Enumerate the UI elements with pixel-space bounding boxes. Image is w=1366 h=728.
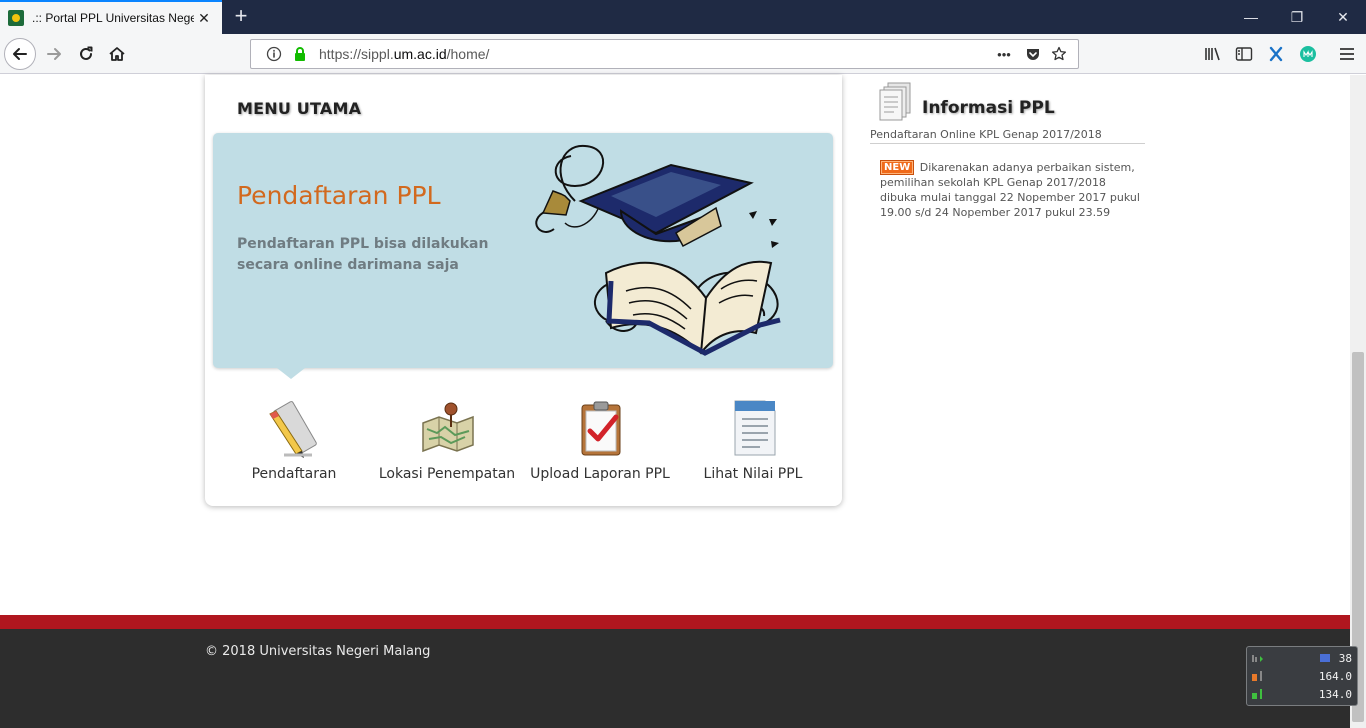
menu-item-upload-laporan[interactable]: Upload Laporan PPL xyxy=(525,397,675,492)
menu-item-lihat-nilai[interactable]: Lihat Nilai PPL xyxy=(678,397,828,492)
meter-row-memory: 134.0 xyxy=(1247,685,1357,703)
library-icon[interactable] xyxy=(1202,43,1224,65)
banner-title: Pendaftaran PPL xyxy=(237,181,441,210)
banner-pointer xyxy=(277,368,305,379)
browser-titlebar: .:: Portal PPL Universitas Negeri Malang… xyxy=(0,0,1366,34)
menu-item-pendaftaran[interactable]: Pendaftaran xyxy=(219,397,369,492)
menu-item-label: Lihat Nilai PPL xyxy=(703,466,803,482)
map-pin-icon xyxy=(422,402,474,453)
meter-row-network: 38 xyxy=(1247,649,1357,667)
back-arrow-icon xyxy=(4,38,36,70)
extension-m-icon[interactable] xyxy=(1297,43,1319,65)
back-button[interactable] xyxy=(4,38,36,70)
url-path: /home/ xyxy=(446,46,490,62)
url-text[interactable]: https://sippl.um.ac.id/home/ xyxy=(319,46,986,62)
site-favicon-icon xyxy=(8,10,24,26)
tab-title: .:: Portal PPL Universitas Negeri Malang… xyxy=(32,11,194,25)
browser-tab[interactable]: .:: Portal PPL Universitas Negeri Malang… xyxy=(0,0,222,34)
home-icon[interactable] xyxy=(101,38,133,70)
bookmark-star-icon[interactable] xyxy=(1048,43,1070,65)
minimize-button[interactable]: — xyxy=(1228,0,1274,34)
sidebar-icon[interactable] xyxy=(1233,43,1255,65)
page-content: MENU UTAMA Pendaftaran PPL Pendaftaran P… xyxy=(0,75,1350,728)
clipboard-check-icon xyxy=(581,401,621,456)
tab-close-icon[interactable]: ✕ xyxy=(194,10,214,27)
restore-button[interactable]: ❐ xyxy=(1274,0,1320,34)
pencil-ruler-icon xyxy=(269,401,317,458)
footer-stripe xyxy=(0,615,1350,629)
address-bar[interactable]: https://sippl.um.ac.id/home/ ••• xyxy=(250,39,1079,69)
documents-icon xyxy=(879,82,911,121)
meter-value: 38 xyxy=(1338,651,1352,665)
menu-item-lokasi-penempatan[interactable]: Lokasi Penempatan xyxy=(372,397,522,492)
new-tab-button[interactable]: + xyxy=(228,4,254,30)
registration-banner[interactable]: Pendaftaran PPL Pendaftaran PPL bisa dil… xyxy=(213,133,833,368)
url-prefix: https://sippl. xyxy=(319,46,394,62)
vertical-scrollbar[interactable] xyxy=(1350,75,1366,728)
copyright-text: © 2018 Universitas Negeri Malang xyxy=(205,644,431,659)
document-icon xyxy=(734,400,776,456)
browser-toolbar: https://sippl.um.ac.id/home/ ••• xyxy=(0,34,1366,74)
info-title: Informasi PPL xyxy=(922,98,1055,118)
new-badge: NEW xyxy=(880,160,915,175)
system-meter-widget[interactable]: 38 164.0 134.0 xyxy=(1246,646,1358,706)
lock-icon[interactable] xyxy=(289,43,311,65)
info-announcement: NEW Dikarenakan adanya perbaikan sistem,… xyxy=(880,160,1140,220)
page-actions-icon[interactable]: ••• xyxy=(990,43,1018,65)
reload-icon[interactable] xyxy=(70,38,102,70)
user-icon xyxy=(1320,654,1330,662)
meter-value: 134.0 xyxy=(1318,687,1352,701)
forward-arrow-icon[interactable] xyxy=(38,38,70,70)
network-icon xyxy=(1252,655,1263,662)
meter-row-cpu: 164.0 xyxy=(1247,667,1357,685)
banner-text: Pendaftaran PPL bisa dilakukan secara on… xyxy=(237,236,489,273)
close-window-button[interactable]: ✕ xyxy=(1320,0,1366,34)
info-icon[interactable] xyxy=(263,43,285,65)
meter-value: 164.0 xyxy=(1318,669,1352,683)
menu-item-label: Upload Laporan PPL xyxy=(530,466,670,482)
url-host: um.ac.id xyxy=(393,46,447,62)
footer: © 2018 Universitas Negeri Malang xyxy=(0,629,1350,728)
announcement-text: Dikarenakan adanya perbaikan sistem, pem… xyxy=(880,161,1140,219)
pocket-icon[interactable] xyxy=(1022,43,1044,65)
main-menu-card: MENU UTAMA Pendaftaran PPL Pendaftaran P… xyxy=(205,75,842,506)
menu-title: MENU UTAMA xyxy=(237,99,362,118)
memory-bar-icon xyxy=(1252,689,1262,699)
cpu-bar-icon xyxy=(1252,671,1262,681)
menu-item-label: Lokasi Penempatan xyxy=(378,466,516,482)
extension-x-icon[interactable] xyxy=(1265,43,1287,65)
hamburger-menu-icon[interactable] xyxy=(1336,43,1358,65)
menu-item-label: Pendaftaran xyxy=(251,466,337,482)
graduation-cap-book-illustration xyxy=(535,144,781,356)
info-subtitle[interactable]: Pendaftaran Online KPL Genap 2017/2018 xyxy=(870,128,1145,144)
